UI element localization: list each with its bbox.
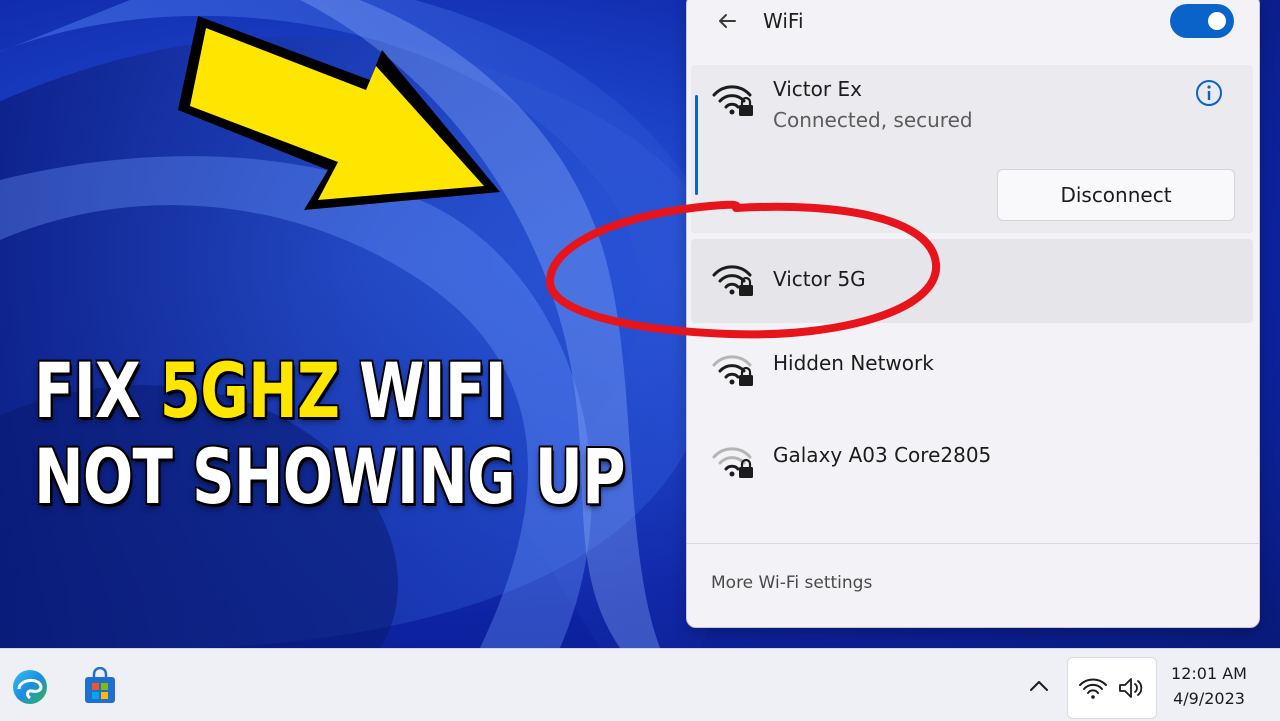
edge-icon[interactable]: [10, 667, 50, 707]
network-name: Hidden Network: [773, 351, 934, 375]
headline-wifi: WIFI: [339, 346, 507, 435]
headline-5ghz: 5GHZ: [159, 346, 340, 435]
wifi-weak-secured-icon: [712, 355, 753, 386]
thumbnail-headline: FIX 5GHZ WIFI NOT SHOWING UP: [34, 348, 626, 521]
red-circle-annotation: [546, 200, 941, 339]
headline-line-2: NOT SHOWING UP: [34, 432, 626, 521]
volume-icon: [1119, 678, 1143, 698]
headline-fix: FIX: [34, 346, 160, 435]
info-icon[interactable]: [1195, 79, 1223, 107]
connected-network-name: Victor Ex: [773, 77, 862, 101]
wifi-panel-header: WiFi: [687, 1, 1259, 57]
wifi-panel-title: WiFi: [763, 9, 804, 33]
store-icon[interactable]: [80, 667, 120, 707]
more-wifi-settings-link[interactable]: More Wi-Fi settings: [711, 573, 872, 593]
wifi-secured-icon: [712, 85, 753, 116]
wifi-toggle-knob: [1208, 12, 1226, 30]
headline-line-1: FIX 5GHZ WIFI: [34, 348, 549, 434]
back-arrow-icon[interactable]: [713, 7, 741, 35]
selection-indicator: [695, 95, 698, 195]
disconnect-button[interactable]: Disconnect: [997, 169, 1235, 221]
network-item-galaxy[interactable]: Galaxy A03 Core2805: [691, 423, 1253, 507]
wifi-toggle[interactable]: [1170, 4, 1234, 38]
yellow-arrow-annotation: [178, 16, 500, 210]
chevron-up-icon[interactable]: [1026, 675, 1052, 697]
quick-settings-tray[interactable]: [1067, 657, 1157, 719]
wifi-weak-secured-icon: [712, 447, 753, 478]
clock-date: 4/9/2023: [1173, 689, 1245, 708]
connected-network-status: Connected, secured: [773, 108, 973, 132]
system-clock[interactable]: 12:01 AM 4/9/2023: [1160, 661, 1258, 711]
panel-divider: [687, 543, 1259, 544]
clock-time: 12:01 AM: [1171, 664, 1247, 683]
taskbar: 12:01 AM 4/9/2023: [0, 648, 1280, 721]
wifi-icon: [1079, 678, 1107, 699]
network-name: Galaxy A03 Core2805: [773, 443, 992, 467]
